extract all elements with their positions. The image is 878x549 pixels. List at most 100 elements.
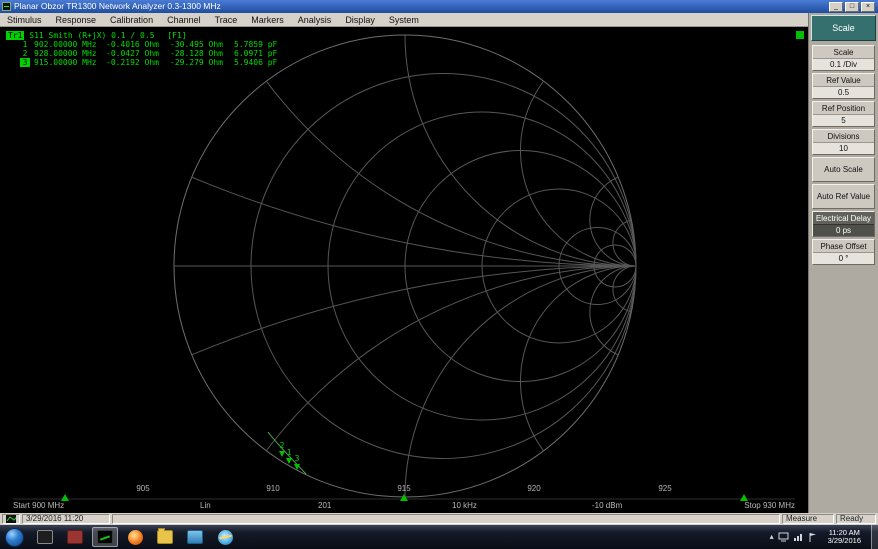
marker-number: 2 [22, 49, 28, 58]
menu-stimulus[interactable]: Stimulus [0, 13, 49, 27]
stimulus-bar: Start 900 MHz Lin 201 10 kHz -10 dBm Sto… [0, 501, 808, 512]
menu-markers[interactable]: Markers [244, 13, 291, 27]
channel-active-indicator [796, 31, 804, 39]
marker-readout-1: 1 902.00000 MHz -0.4016 Ohm -30.495 Ohm 5.78… [6, 40, 278, 49]
axis-marker-tick-915[interactable] [400, 494, 408, 501]
axis-marker-tick-928[interactable] [740, 494, 748, 501]
chart-marker-3[interactable]: 3 [294, 454, 300, 470]
taskbar-app-internet-explorer[interactable] [212, 527, 238, 547]
menu-calibration[interactable]: Calibration [103, 13, 160, 27]
internet-explorer-icon [217, 529, 233, 545]
utility-icon [67, 530, 83, 544]
taskbar-app-utility[interactable] [62, 527, 88, 547]
statusbar-spacer [112, 514, 780, 524]
svg-text:1: 1 [287, 448, 292, 457]
statusbar-ready: Ready [836, 514, 876, 524]
stimulus-sweep-type: Lin [200, 501, 211, 510]
menu-analysis[interactable]: Analysis [291, 13, 339, 27]
show-desktop-button[interactable] [871, 525, 878, 549]
marker-readout-2: 2 928.00000 MHz -0.0427 Ohm -28.128 Ohm 6.09… [6, 49, 278, 58]
display-icon[interactable] [778, 532, 789, 542]
plot-area: 2 1 3 905 910 915 920 925 Tr1 S11 Smith … [0, 27, 808, 513]
marker-frequency: 915.00000 MHz [34, 58, 97, 67]
menu-channel[interactable]: Channel [160, 13, 208, 27]
axis-tick-920: 920 [527, 484, 541, 493]
trace-cal-label: [F1] [167, 31, 187, 40]
firefox-icon [127, 529, 143, 545]
svg-text:2: 2 [280, 441, 285, 450]
minimize-button[interactable]: _ [829, 1, 843, 12]
marker-reactance: -29.279 Ohm [170, 58, 223, 67]
softkey-phase-offset[interactable]: Phase Offset 0 ° [812, 239, 875, 265]
softkey-electrical-delay[interactable]: Electrical Delay 0 ps [812, 211, 875, 237]
taskbar-app-media-player[interactable] [182, 527, 208, 547]
smith-grid [173, 34, 637, 498]
svg-text:3: 3 [295, 454, 300, 463]
menu-trace[interactable]: Trace [208, 13, 245, 27]
trace-format-label: S11 Smith (R+jX) 0.1 / 0.5 [29, 31, 155, 40]
stimulus-if-bandwidth: 10 kHz [452, 501, 477, 510]
taskbar-app-terminal[interactable] [32, 527, 58, 547]
tray-chevron-icon[interactable]: ▴ [770, 525, 774, 549]
softkey-auto-ref-value[interactable]: Auto Ref Value [812, 184, 875, 209]
clock-date: 3/29/2016 [827, 536, 861, 545]
stimulus-points: 201 [318, 501, 332, 510]
chart-marker-1[interactable]: 1 [286, 448, 292, 464]
taskbar: ▴ 11:20 AM 3/29/2016 [0, 525, 878, 549]
softkey-scale[interactable]: Scale 0.1 /Div [812, 45, 875, 71]
window-title: Planar Obzor TR1300 Network Analyzer 0.3… [14, 1, 221, 11]
terminal-icon [37, 530, 53, 544]
app-icon [2, 2, 11, 11]
softkey-panel: Scale Scale 0.1 /Div Ref Value 0.5 Ref P… [808, 13, 878, 513]
softkey-auto-scale[interactable]: Auto Scale [812, 157, 875, 182]
marker-reactance: -30.495 Ohm [170, 40, 223, 49]
start-button[interactable] [5, 527, 24, 547]
marker-frequency: 928.00000 MHz [34, 49, 97, 58]
taskbar-clock[interactable]: 11:20 AM 3/29/2016 [822, 529, 867, 545]
softkey-panel-title[interactable]: Scale [811, 15, 876, 41]
taskbar-app-firefox[interactable] [122, 527, 148, 547]
analyzer-icon [97, 530, 113, 544]
media-player-icon [187, 530, 203, 544]
close-button[interactable]: × [861, 1, 875, 12]
menu-display[interactable]: Display [338, 13, 382, 27]
marker-frequency: 902.00000 MHz [34, 40, 97, 49]
taskbar-app-tr1300-analyzer[interactable] [92, 527, 118, 547]
softkey-ref-value[interactable]: Ref Value 0.5 [812, 73, 875, 99]
frequency-axis: 905 910 915 920 925 [13, 484, 795, 501]
action-center-flag-icon[interactable] [808, 532, 818, 543]
trace-id-badge[interactable]: Tr1 [6, 31, 25, 40]
axis-tick-915: 915 [397, 484, 411, 493]
maximize-button[interactable]: □ [845, 1, 859, 12]
app-window: Planar Obzor TR1300 Network Analyzer 0.3… [0, 0, 878, 549]
statusbar-datetime: 3/29/2016 11:20 [22, 514, 110, 524]
stimulus-stop: Stop 930 MHz [744, 501, 795, 510]
marker-capacitance: 6.0971 pF [234, 49, 278, 58]
active-marker-number: 3 [20, 58, 30, 67]
trace-readout: Tr1 S11 Smith (R+jX) 0.1 / 0.5 [F1] 1 902… [6, 31, 277, 67]
taskbar-app-explorer[interactable] [152, 527, 178, 547]
softkey-divisions[interactable]: Divisions 10 [812, 129, 875, 155]
marker-resistance: -0.4016 Ohm [106, 40, 159, 49]
folder-icon [157, 528, 173, 544]
statusbar-app-icon [2, 514, 20, 524]
smith-chart: 2 1 3 905 910 915 920 925 [13, 34, 795, 501]
marker-resistance: -0.0427 Ohm [106, 49, 159, 58]
menu-system[interactable]: System [382, 13, 426, 27]
statusbar-measure: Measure [782, 514, 834, 524]
chart-marker-2[interactable]: 2 [279, 441, 285, 457]
menu-response[interactable]: Response [49, 13, 104, 27]
marker-capacitance: 5.7859 pF [234, 40, 278, 49]
axis-tick-905: 905 [136, 484, 150, 493]
network-icon[interactable] [793, 532, 804, 542]
marker-capacitance: 5.9406 pF [234, 58, 278, 67]
stimulus-start: Start 900 MHz [13, 501, 65, 510]
titlebar: Planar Obzor TR1300 Network Analyzer 0.3… [0, 0, 878, 13]
marker-reactance: -28.128 Ohm [170, 49, 223, 58]
axis-marker-tick-902[interactable] [61, 494, 69, 501]
statusbar: 3/29/2016 11:20 Measure Ready [0, 513, 878, 525]
axis-tick-910: 910 [266, 484, 280, 493]
stimulus-power: -10 dBm [592, 501, 623, 510]
axis-tick-925: 925 [658, 484, 672, 493]
softkey-ref-position[interactable]: Ref Position 5 [812, 101, 875, 127]
